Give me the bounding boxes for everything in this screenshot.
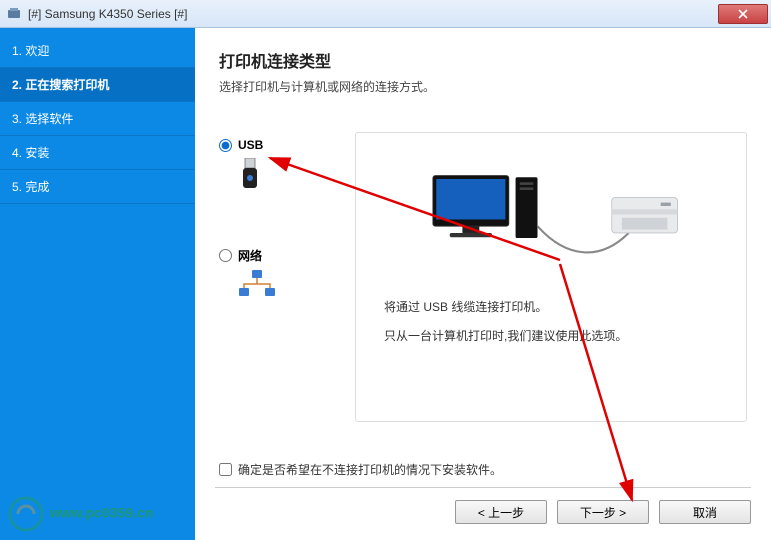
sidebar-item-search-printer[interactable]: 2. 正在搜索打印机 xyxy=(0,68,195,102)
sidebar-item-label: 2. 正在搜索打印机 xyxy=(12,78,109,92)
sidebar-item-install[interactable]: 4. 安装 xyxy=(0,136,195,170)
checkbox-label: 确定是否希望在不连接打印机的情况下安装软件。 xyxy=(238,461,502,478)
wizard-button-bar: < 上一步 下一步 > 取消 xyxy=(455,500,751,524)
back-button[interactable]: < 上一步 xyxy=(455,500,547,524)
checkbox-install-without-printer[interactable] xyxy=(219,463,232,476)
window-title: [#] Samsung K4350 Series [#] xyxy=(28,7,187,21)
connection-illustration-panel: 将通过 USB 线缆连接打印机。 只从一台计算机打印时,我们建议使用此选项。 xyxy=(355,132,747,422)
option-network[interactable]: 网络 xyxy=(219,247,329,305)
next-button[interactable]: 下一步 > xyxy=(557,500,649,524)
sidebar-item-label: 1. 欢迎 xyxy=(12,44,49,58)
network-icon xyxy=(237,270,329,305)
sidebar-item-label: 5. 完成 xyxy=(12,180,49,194)
page-heading: 打印机连接类型 xyxy=(195,28,771,78)
wizard-sidebar: 1. 欢迎 2. 正在搜索打印机 3. 选择软件 4. 安装 5. 完成 xyxy=(0,28,195,540)
install-without-printer-checkbox[interactable]: 确定是否希望在不连接打印机的情况下安装软件。 xyxy=(219,461,502,478)
sidebar-item-label: 3. 选择软件 xyxy=(12,112,73,126)
footer-divider xyxy=(215,487,751,488)
radio-network[interactable] xyxy=(219,249,232,262)
option-network-label: 网络 xyxy=(238,247,262,264)
app-icon xyxy=(6,6,22,22)
sidebar-item-welcome[interactable]: 1. 欢迎 xyxy=(0,34,195,68)
panel-description: 将通过 USB 线缆连接打印机。 只从一台计算机打印时,我们建议使用此选项。 xyxy=(384,293,726,351)
option-usb-label: USB xyxy=(238,138,263,152)
cancel-button[interactable]: 取消 xyxy=(659,500,751,524)
option-usb[interactable]: USB xyxy=(219,138,329,197)
usb-icon xyxy=(237,158,329,197)
panel-line1: 将通过 USB 线缆连接打印机。 xyxy=(384,293,726,322)
sidebar-item-finish[interactable]: 5. 完成 xyxy=(0,170,195,204)
window-buttons xyxy=(718,4,771,24)
sidebar-item-label: 4. 安装 xyxy=(12,146,49,160)
radio-usb[interactable] xyxy=(219,139,232,152)
panel-line2: 只从一台计算机打印时,我们建议使用此选项。 xyxy=(384,322,726,351)
usb-connection-illustration xyxy=(416,157,686,287)
page-subheading: 选择打印机与计算机或网络的连接方式。 xyxy=(195,78,771,111)
window-titlebar: [#] Samsung K4350 Series [#] xyxy=(0,0,771,28)
main-panel: 打印机连接类型 选择打印机与计算机或网络的连接方式。 USB 网络 xyxy=(195,28,771,540)
close-button[interactable] xyxy=(718,4,768,24)
connection-options: USB 网络 xyxy=(219,138,329,355)
sidebar-item-select-software[interactable]: 3. 选择软件 xyxy=(0,102,195,136)
